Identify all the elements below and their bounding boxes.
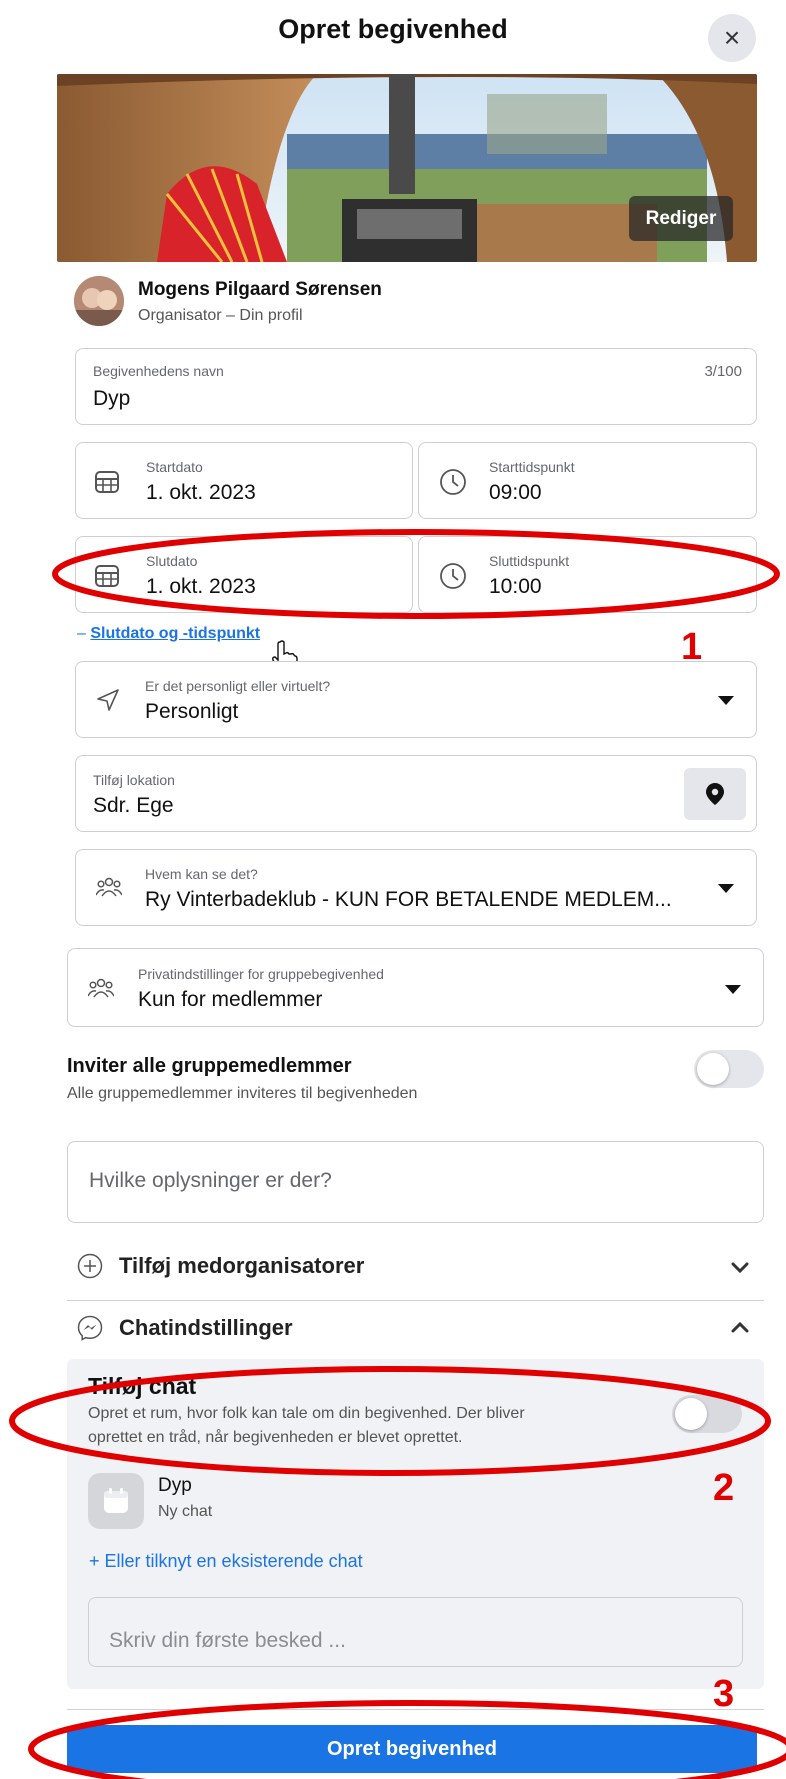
visibility-select[interactable]: Hvem kan se det? Ry Vinterbadeklub - KUN…: [75, 849, 757, 926]
chat-settings-label[interactable]: Chatindstillinger: [119, 1315, 293, 1341]
calendar-icon: [94, 469, 120, 500]
privacy-value: Kun for medlemmer: [138, 988, 323, 1011]
co-organizers-label[interactable]: Tilføj medorganisatorer: [119, 1253, 364, 1279]
details-textarea[interactable]: Hvilke oplysninger er der?: [67, 1141, 764, 1223]
clock-icon: [439, 468, 467, 501]
location-pin-button[interactable]: [684, 768, 746, 820]
end-time-label: Sluttidspunkt: [489, 553, 570, 569]
close-button[interactable]: ×: [708, 14, 756, 62]
organizer-name: Mogens Pilgaard Sørensen: [138, 279, 382, 300]
start-time-value: 09:00: [489, 481, 542, 504]
first-message-placeholder: Skriv din første besked ...: [109, 1629, 346, 1652]
privacy-select[interactable]: Privatindstillinger for gruppebegivenhed…: [67, 948, 764, 1027]
chevron-down-icon[interactable]: [731, 1261, 749, 1279]
start-time-field[interactable]: Starttidspunkt 09:00: [418, 442, 757, 519]
calendar-icon: [94, 563, 120, 594]
toggle-knob: [697, 1053, 729, 1085]
location-pin-icon: [706, 783, 724, 805]
end-date-value: 1. okt. 2023: [146, 575, 256, 598]
location-label: Tilføj lokation: [93, 772, 175, 788]
close-icon: ×: [723, 22, 741, 53]
event-name-value: Dyp: [93, 387, 131, 410]
divider: [67, 1300, 764, 1301]
event-type-select[interactable]: Er det personligt eller virtuelt? Person…: [75, 661, 757, 738]
organizer-subtitle: Organisator – Din profil: [138, 307, 303, 324]
dropdown-arrow-icon: [725, 985, 741, 994]
start-date-field[interactable]: Startdato 1. okt. 2023: [75, 442, 413, 519]
end-date-toggle-label: Slutdato og -tidspunkt: [90, 625, 261, 642]
start-date-label: Startdato: [146, 459, 203, 475]
chat-avatar: [88, 1473, 144, 1529]
chat-subtitle: Ny chat: [158, 1503, 213, 1520]
event-name-counter: 3/100: [704, 363, 742, 380]
add-chat-desc-line1: Opret et rum, hvor folk kan tale om din …: [88, 1405, 525, 1422]
start-date-value: 1. okt. 2023: [146, 481, 256, 504]
end-date-toggle-link[interactable]: – Slutdato og -tidspunkt: [77, 625, 260, 643]
group-icon: [87, 977, 115, 1004]
event-type-value: Personligt: [145, 700, 239, 723]
start-time-label: Starttidspunkt: [489, 459, 575, 475]
end-time-field[interactable]: Sluttidspunkt 10:00: [418, 536, 757, 613]
calendar-icon: [104, 1488, 128, 1513]
privacy-label: Privatindstillinger for gruppebegivenhed: [138, 966, 384, 982]
location-value: Sdr. Ege: [93, 794, 174, 817]
navigation-arrow-icon: [96, 688, 120, 717]
divider: [67, 1709, 764, 1710]
annotation-number-3: 3: [713, 1673, 735, 1715]
visibility-label: Hvem kan se det?: [145, 866, 258, 882]
chevron-up-icon[interactable]: [731, 1320, 749, 1338]
event-type-label: Er det personligt eller virtuelt?: [145, 678, 331, 694]
plus-circle-icon: [77, 1253, 103, 1284]
toggle-knob: [675, 1398, 707, 1430]
invite-all-title: Inviter alle gruppemedlemmer: [67, 1055, 352, 1077]
visibility-value: Ry Vinterbadeklub - KUN FOR BETALENDE ME…: [145, 888, 672, 911]
details-placeholder: Hvilke oplysninger er der?: [89, 1169, 332, 1192]
page-title: Opret begivenhed: [278, 14, 508, 44]
create-event-button[interactable]: Opret begivenhed: [67, 1725, 757, 1773]
add-chat-title: Tilføj chat: [88, 1373, 197, 1399]
end-time-value: 10:00: [489, 575, 542, 598]
invite-all-toggle[interactable]: [694, 1050, 764, 1088]
end-date-field[interactable]: Slutdato 1. okt. 2023: [75, 536, 413, 613]
annotation-number-1: 1: [681, 626, 703, 668]
avatar: [74, 276, 124, 326]
first-message-input[interactable]: Skriv din første besked ...: [88, 1597, 743, 1667]
add-chat-toggle[interactable]: [672, 1395, 742, 1433]
add-chat-desc-line2: oprettet en tråd, når begivenheden er bl…: [88, 1429, 463, 1446]
location-field[interactable]: Tilføj lokation Sdr. Ege: [75, 755, 757, 832]
chat-name: Dyp: [158, 1475, 192, 1496]
annotation-number-2: 2: [713, 1467, 735, 1509]
event-name-label: Begivenhedens navn: [93, 363, 224, 379]
clock-icon: [439, 562, 467, 595]
end-date-label: Slutdato: [146, 553, 198, 569]
edit-cover-button[interactable]: Rediger: [629, 196, 733, 241]
messenger-icon: [77, 1315, 103, 1346]
link-existing-chat[interactable]: + Eller tilknyt en eksisterende chat: [89, 1551, 363, 1572]
dropdown-arrow-icon: [718, 884, 734, 893]
group-icon: [95, 876, 123, 903]
minus-icon: –: [77, 625, 86, 642]
invite-all-subtitle: Alle gruppemedlemmer inviteres til begiv…: [67, 1085, 418, 1102]
dropdown-arrow-icon: [718, 696, 734, 705]
event-name-field[interactable]: Begivenhedens navn 3/100 Dyp: [75, 348, 757, 425]
